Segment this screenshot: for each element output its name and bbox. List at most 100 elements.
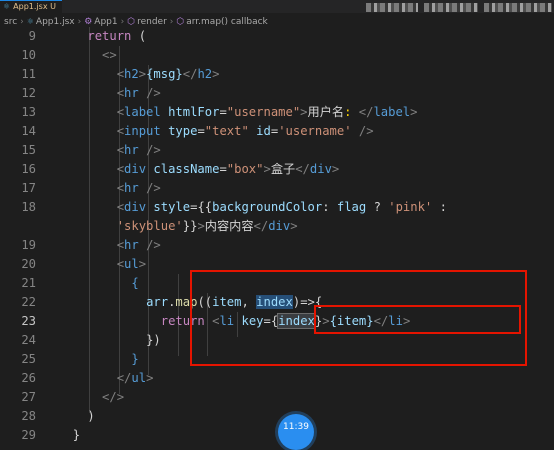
line-number: 10 xyxy=(21,48,36,62)
code-token: > xyxy=(410,105,418,119)
blurred-region xyxy=(424,3,478,12)
code-token: </ xyxy=(182,67,198,81)
breadcrumb-file[interactable]: App1.jsx xyxy=(36,17,75,27)
code-token: = xyxy=(219,105,227,119)
code-token: type xyxy=(168,124,198,138)
code-token: < xyxy=(116,238,125,252)
code-token: label xyxy=(124,105,161,119)
line-number: 21 xyxy=(21,276,36,290)
code-token: ul xyxy=(124,257,139,271)
code-token: h2 xyxy=(124,67,139,81)
annotation-box-key xyxy=(314,305,521,334)
code-token: < xyxy=(116,67,125,81)
code-token: className xyxy=(153,162,220,176)
code-text: <div className="box">盒子</div> xyxy=(58,160,340,179)
line-number: 15 xyxy=(21,143,36,157)
code-token: 'username' xyxy=(278,124,352,138)
code-text: <h2>{msg}</h2> xyxy=(58,65,220,84)
line-number: 25 xyxy=(21,352,36,366)
react-file-icon: ⚛ xyxy=(3,2,11,11)
code-token: id xyxy=(256,124,271,138)
breadcrumb-src[interactable]: src xyxy=(4,17,17,27)
tab-app1-jsx[interactable]: ⚛ App1.jsx U xyxy=(0,0,62,13)
code-token: "username" xyxy=(226,105,301,119)
code-token: return xyxy=(87,29,132,43)
code-text: <hr /> xyxy=(58,141,161,160)
code-token: < xyxy=(116,143,125,157)
code-token: > xyxy=(331,162,340,176)
code-token: < xyxy=(116,181,125,195)
code-token: </ xyxy=(351,105,374,119)
line-number: 18 xyxy=(21,200,36,214)
code-text: } xyxy=(58,350,139,369)
code-text: <> xyxy=(58,46,117,65)
line-number: 12 xyxy=(21,86,36,100)
line-number: 29 xyxy=(21,428,36,442)
code-token: style xyxy=(153,200,191,214)
code-token: hr xyxy=(124,181,139,195)
code-token: }} xyxy=(182,219,198,233)
code-token: > xyxy=(138,257,147,271)
code-token: > xyxy=(300,105,308,119)
breadcrumb-callback[interactable]: arr.map() callback xyxy=(186,17,268,27)
line-number: 28 xyxy=(21,409,36,423)
code-token: } xyxy=(131,352,139,366)
line-number: 16 xyxy=(21,162,36,176)
react-file-icon: ⚛ xyxy=(26,17,34,26)
line-number: 23 xyxy=(21,314,36,328)
code-token: 内容内容 xyxy=(204,219,254,233)
code-text: { xyxy=(58,274,139,293)
code-token: > xyxy=(197,219,205,233)
breadcrumb-component[interactable]: App1 xyxy=(94,17,117,27)
code-token: label xyxy=(373,105,411,119)
line-number: 9 xyxy=(28,29,36,43)
code-text: </> xyxy=(58,388,124,407)
code-token: 'skyblue' xyxy=(116,219,183,233)
code-token: {msg} xyxy=(146,67,183,81)
code-token: div xyxy=(124,162,147,176)
line-number: 20 xyxy=(21,257,36,271)
code-token: : xyxy=(322,200,337,214)
code-token: </ xyxy=(295,162,310,176)
code-token: > xyxy=(146,371,154,385)
code-token: = xyxy=(197,124,205,138)
code-token: </ xyxy=(116,371,132,385)
recording-timer-badge[interactable]: 11:39 xyxy=(278,414,314,450)
code-editor[interactable]: 9 return (10 <> 11 <h2>{msg}</h2> 12 <hr /… xyxy=(0,27,554,442)
code-token: = xyxy=(219,162,227,176)
code-token: htmlFor xyxy=(168,105,220,119)
code-token: }) xyxy=(146,333,161,347)
code-text: 'skyblue'}}>内容内容</div> xyxy=(58,217,298,236)
code-token: < xyxy=(116,257,125,271)
line-number: 17 xyxy=(21,181,36,195)
code-token: arr xyxy=(146,295,169,309)
code-token: < xyxy=(116,86,125,100)
code-token: 盒子 xyxy=(270,162,296,176)
code-token: /> xyxy=(138,143,161,157)
line-number: 13 xyxy=(21,105,36,119)
breadcrumb-method[interactable]: render xyxy=(137,17,167,27)
code-token: <> xyxy=(102,48,117,62)
line-number: 24 xyxy=(21,333,36,347)
code-token: ( xyxy=(131,29,147,43)
code-token: > xyxy=(290,219,298,233)
code-token: </ xyxy=(253,219,269,233)
code-token: { xyxy=(131,276,139,290)
code-token: div xyxy=(124,200,147,214)
code-token: < xyxy=(116,162,125,176)
line-number: 27 xyxy=(21,390,36,404)
